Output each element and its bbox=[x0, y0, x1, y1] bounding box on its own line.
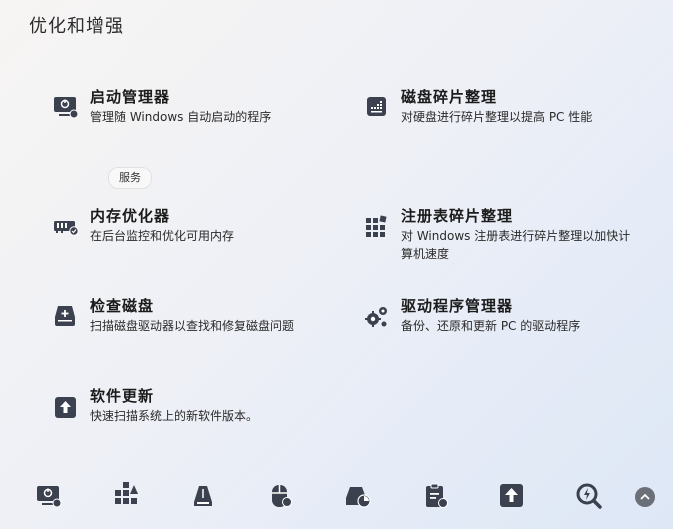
tool-desc: 在后台监控和优化可用内存 bbox=[90, 229, 235, 243]
tool-desc: 对硬盘进行碎片整理以提高 PC 性能 bbox=[401, 110, 593, 124]
tool-disk-defrag[interactable]: 磁盘碎片整理 对硬盘进行碎片整理以提高 PC 性能 bbox=[364, 86, 592, 126]
apps-settings-icon[interactable] bbox=[113, 482, 141, 510]
tooltip: 服务 bbox=[108, 167, 152, 189]
software-update-icon bbox=[53, 393, 79, 419]
mouse-settings-icon[interactable] bbox=[267, 482, 295, 510]
startup-manager-icon[interactable] bbox=[35, 482, 63, 510]
search-scan-icon[interactable] bbox=[575, 482, 603, 510]
tool-registry-defrag[interactable]: 注册表碎片整理 对 Windows 注册表进行碎片整理以加快计算机速度 bbox=[364, 205, 631, 263]
tool-name: 注册表碎片整理 bbox=[401, 207, 514, 225]
tool-memory-optimizer[interactable]: 内存优化器 在后台监控和优化可用内存 bbox=[53, 205, 234, 245]
chevron-up-icon bbox=[640, 493, 650, 500]
bottom-toolbar bbox=[0, 470, 673, 522]
tool-name: 软件更新 bbox=[90, 387, 155, 405]
tool-desc: 备份、还原和更新 PC 的驱动程序 bbox=[401, 319, 581, 333]
tool-desc: 对 Windows 注册表进行碎片整理以加快计算机速度 bbox=[401, 229, 631, 261]
registry-defrag-icon bbox=[364, 213, 390, 239]
tool-name: 内存优化器 bbox=[90, 207, 171, 225]
tool-name: 驱动程序管理器 bbox=[401, 297, 514, 315]
software-update-icon[interactable] bbox=[498, 482, 526, 510]
check-disk-icon bbox=[53, 303, 79, 329]
tool-desc: 管理随 Windows 自动启动的程序 bbox=[90, 110, 272, 124]
clipboard-settings-icon[interactable] bbox=[422, 482, 450, 510]
tool-driver-manager[interactable]: 驱动程序管理器 备份、还原和更新 PC 的驱动程序 bbox=[364, 295, 580, 335]
disk-analyzer-icon[interactable] bbox=[344, 482, 372, 510]
memory-optimizer-icon bbox=[53, 213, 79, 239]
tool-name: 检查磁盘 bbox=[90, 297, 155, 315]
disk-defrag-icon bbox=[364, 94, 390, 120]
disk-cleanup-icon[interactable] bbox=[190, 482, 218, 510]
tool-startup-manager[interactable]: 启动管理器 管理随 Windows 自动启动的程序 bbox=[53, 86, 271, 126]
tool-name: 启动管理器 bbox=[90, 88, 171, 106]
tool-desc: 扫描磁盘驱动器以查找和修复磁盘问题 bbox=[90, 319, 295, 333]
tool-name: 磁盘碎片整理 bbox=[401, 88, 498, 106]
scroll-up-button[interactable] bbox=[635, 487, 655, 507]
startup-manager-icon bbox=[53, 94, 79, 120]
driver-manager-icon bbox=[364, 303, 390, 329]
tool-software-update[interactable]: 软件更新 快速扫描系统上的新软件版本。 bbox=[53, 385, 258, 425]
tool-check-disk[interactable]: 检查磁盘 扫描磁盘驱动器以查找和修复磁盘问题 bbox=[53, 295, 294, 335]
page-title: 优化和增强 bbox=[29, 16, 124, 37]
tool-desc: 快速扫描系统上的新软件版本。 bbox=[90, 409, 259, 423]
